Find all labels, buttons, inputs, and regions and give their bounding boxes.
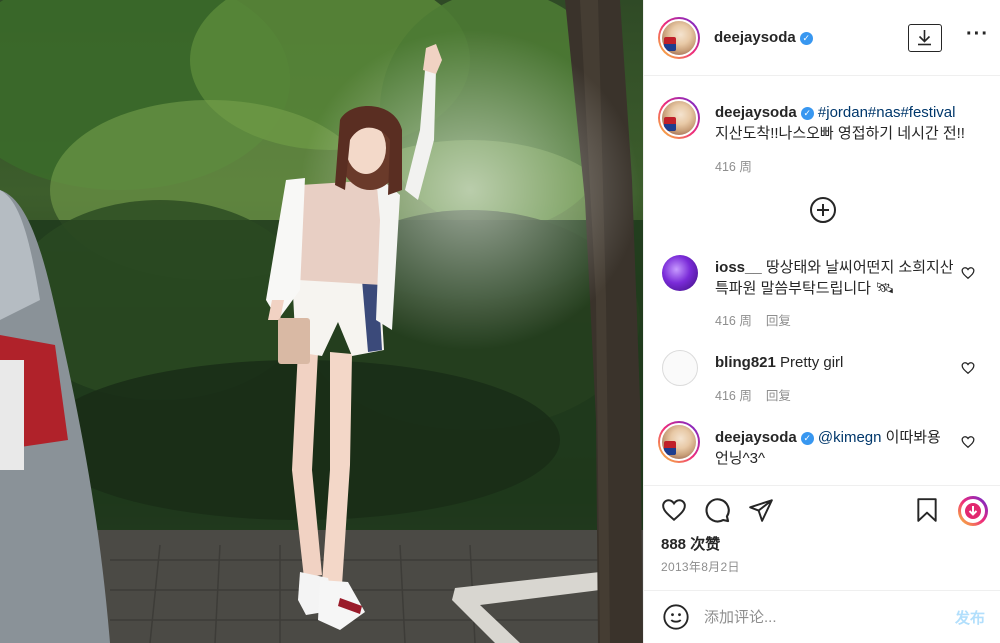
post-date[interactable]: 2013年8月2日 <box>661 558 740 575</box>
comment-text: 언닝^3^ <box>715 450 766 467</box>
comment-time: 416 周 <box>715 389 752 403</box>
reply-button[interactable]: 回复 <box>766 389 791 403</box>
comment-author[interactable]: ioss__ <box>715 259 762 276</box>
caption-avatar[interactable] <box>658 97 700 139</box>
comment-avatar[interactable] <box>658 421 700 463</box>
comment-icon[interactable] <box>703 496 731 524</box>
comment-author[interactable]: bling821 <box>715 354 776 371</box>
comment-text: 이따봐용 <box>885 429 941 446</box>
comment-text: 특파원 말씀부탁드립니다 🛰 <box>715 280 895 297</box>
comment-like-heart-icon[interactable] <box>961 361 975 375</box>
add-comment-row: 添加评论... 发布 <box>644 590 1000 643</box>
comment-avatar[interactable] <box>662 350 698 386</box>
comment-2: bling821 Pretty girl <box>715 352 955 373</box>
caption: deejaysoda ✓ #jordan#nas#festival 지산도착!!나… <box>715 102 985 144</box>
verified-badge-icon: ✓ <box>800 432 814 445</box>
comment-text: 땅상태와 날씨어떤지 소희지산 <box>765 259 954 276</box>
comment-like-heart-icon[interactable] <box>961 435 975 449</box>
caption-hashtags[interactable]: #jordan#nas#festival <box>818 104 956 121</box>
send-icon[interactable] <box>747 497 775 523</box>
post-author[interactable]: deejaysoda ✓ <box>714 29 813 46</box>
comment-1: ioss__ 땅상태와 날씨어떤지 소희지산 특파원 말씀부탁드립니다 🛰 <box>715 257 955 299</box>
bookmark-icon[interactable] <box>914 496 940 524</box>
comment-author[interactable]: deejaysoda <box>715 429 797 446</box>
emoji-icon[interactable] <box>662 603 690 631</box>
comment-avatar[interactable] <box>662 255 698 291</box>
post-comment-button[interactable]: 发布 <box>955 607 985 628</box>
caption-time: 416 周 <box>715 160 752 174</box>
comment-time: 416 周 <box>715 314 752 328</box>
comment-mention[interactable]: @kimegn <box>818 429 882 446</box>
post-photo-image <box>0 0 643 643</box>
comment-meta: 416 周回复 <box>715 310 791 329</box>
caption-author[interactable]: deejaysoda <box>715 104 797 121</box>
avatar[interactable] <box>658 17 700 59</box>
add-comment-input[interactable]: 添加评论... <box>704 606 777 627</box>
verified-badge-icon: ✓ <box>800 107 814 120</box>
post-side-panel: deejaysoda ✓ ··· deejaysoda ✓ #jordan#nas#… <box>643 0 1000 643</box>
comment-text: Pretty girl <box>780 354 844 371</box>
comment-3: deejaysoda ✓ @kimegn 이따봐용 언닝^3^ <box>715 427 955 469</box>
like-count[interactable]: 888 次赞 <box>661 533 720 554</box>
comment-like-heart-icon[interactable] <box>961 266 975 280</box>
comment-meta: 416 周回复 <box>715 385 791 404</box>
download-arrow-icon <box>965 503 981 519</box>
verified-badge-icon: ✓ <box>799 32 813 45</box>
post-header: deejaysoda ✓ ··· <box>644 0 1000 76</box>
download-button[interactable] <box>908 24 942 52</box>
story-download-button[interactable] <box>958 496 988 526</box>
reply-button[interactable]: 回复 <box>766 314 791 328</box>
caption-text: 지산도착!!나스오빠 영접하기 네시간 전!! <box>715 125 965 142</box>
post-author-name[interactable]: deejaysoda <box>714 29 796 46</box>
more-options-icon[interactable]: ··· <box>966 24 989 44</box>
plus-circle-icon[interactable] <box>810 197 836 223</box>
heart-icon[interactable] <box>660 497 688 523</box>
post-photo[interactable] <box>0 0 643 643</box>
download-icon <box>918 30 931 46</box>
